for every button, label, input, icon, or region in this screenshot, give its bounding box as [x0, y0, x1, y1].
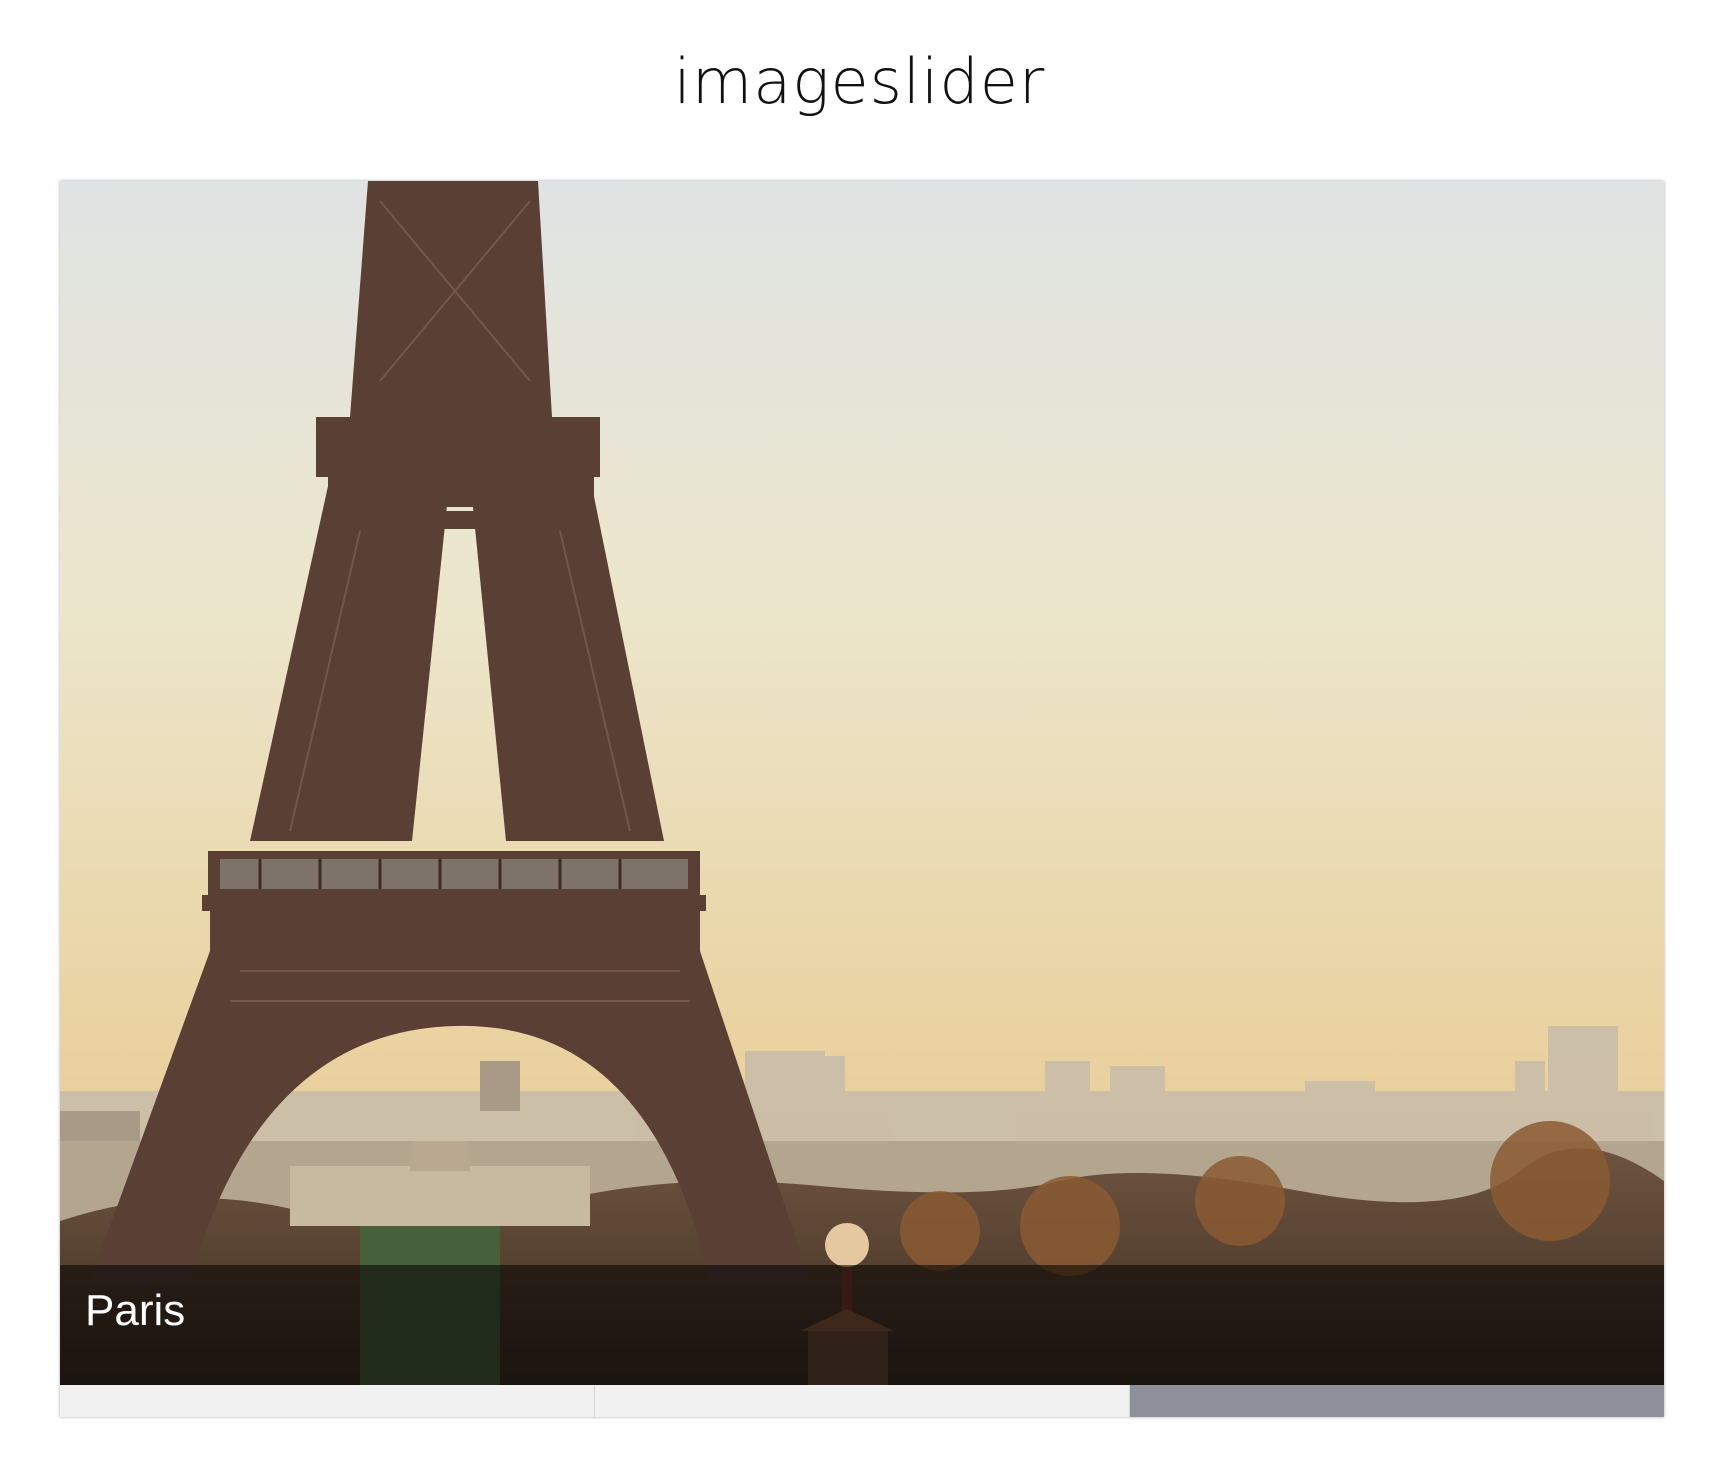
pager-tab-1[interactable] — [60, 1385, 595, 1417]
slider-pager — [60, 1385, 1664, 1417]
slide-caption: Paris — [85, 1286, 186, 1335]
pager-tab-2[interactable] — [595, 1385, 1130, 1417]
caption-bar — [60, 1265, 1664, 1385]
slide-viewport[interactable] — [60, 181, 1664, 1385]
pager-tab-3[interactable] — [1130, 1385, 1664, 1417]
image-slider[interactable]: Paris — [60, 181, 1664, 1417]
slide-image — [60, 181, 1664, 1385]
page-title: imageslider — [673, 45, 1046, 118]
